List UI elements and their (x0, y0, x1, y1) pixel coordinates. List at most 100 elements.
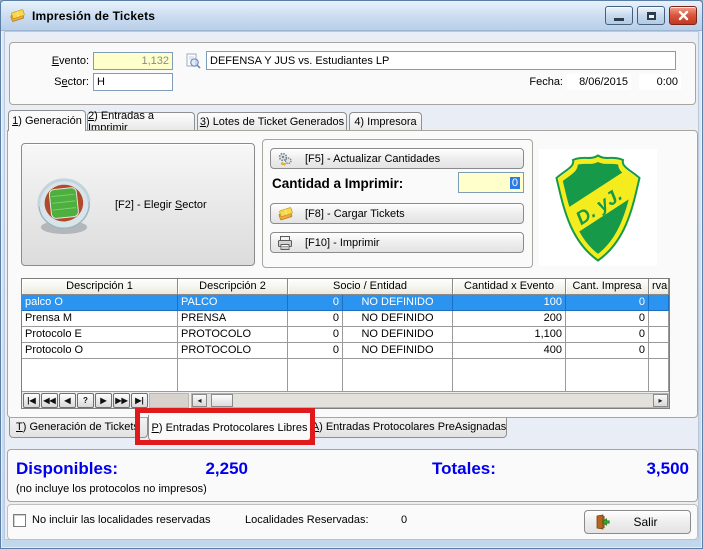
column-header[interactable]: rva (649, 279, 669, 295)
evento-input[interactable]: 1,132 (93, 52, 173, 70)
totales-value: 3,500 (646, 459, 689, 479)
tab-generacion[interactable]: 1) Generación (8, 110, 86, 131)
club-shield-logo: D. yJ. (552, 153, 644, 263)
grid-cell[interactable]: Protocolo O (22, 343, 178, 359)
nav-last-button[interactable]: ▶| (131, 393, 148, 408)
hora-value: 0:00 (639, 74, 681, 90)
totales-label: Totales: (432, 459, 496, 479)
grid-cell[interactable]: NO DEFINIDO (343, 311, 453, 327)
imprimir-label: [F10] - Imprimir (305, 237, 380, 249)
grid-cell[interactable]: 100 (453, 295, 566, 311)
grid-cell[interactable]: PALCO (178, 295, 288, 311)
nav-prev-button[interactable]: ◀ (59, 393, 76, 408)
grid-cell[interactable]: 0 (566, 311, 649, 327)
tab-entradas-a-imprimir[interactable]: 2) Entradas a Imprimir (87, 112, 195, 131)
nav-next-button[interactable]: ▶ (95, 393, 112, 408)
scroll-left-button[interactable]: ◂ (192, 394, 207, 407)
elegir-sector-button[interactable]: [F2] - Elegir Sector (21, 143, 255, 266)
disponibles-note: (no incluye los protocolos no impresos) (16, 483, 207, 495)
elegir-sector-label: [F2] - Elegir Sector (115, 199, 207, 211)
horizontal-scrollbar[interactable]: ◂ ▸ (191, 393, 669, 408)
grid-cell[interactable]: Prensa M (22, 311, 178, 327)
printer-icon (277, 235, 293, 251)
column-header[interactable]: Descripción 1 (22, 279, 178, 295)
grid-cell[interactable]: PROTOCOLO (178, 327, 288, 343)
table-header-row: Descripción 1 Descripción 2 Socio / Enti… (22, 279, 669, 295)
tab-generacion-de-tickets[interactable]: T) Generación de Tickets (9, 417, 148, 438)
grid-cell[interactable] (649, 311, 669, 327)
grid-cell[interactable]: NO DEFINIDO (343, 343, 453, 359)
grid-cell[interactable]: PROTOCOLO (178, 343, 288, 359)
tab-impresora[interactable]: 4) Impresora (349, 112, 422, 131)
tab-entradas-protocolares-preasignadas[interactable]: A) Entradas Protocolares PreAsignadas (311, 417, 507, 438)
grid-cell[interactable] (649, 327, 669, 343)
column-header[interactable]: Cant. Impresa (566, 279, 649, 295)
localidades-reservadas-value: 0 (401, 512, 407, 528)
grid-cell[interactable]: 0 (288, 327, 343, 343)
grid-cell[interactable] (649, 295, 669, 311)
column-header[interactable]: Cantidad x Evento (453, 279, 566, 295)
disponibles-value: 2,250 (148, 459, 248, 479)
no-incluir-reservadas-label: No incluir las localidades reservadas (32, 512, 211, 528)
table-row[interactable]: Prensa M PRENSA 0 NO DEFINIDO 200 0 (22, 311, 669, 327)
grid-cell[interactable]: 0 (288, 295, 343, 311)
grid-cell[interactable]: PRENSA (178, 311, 288, 327)
totals-group: Disponibles: 2,250 (no incluye los proto… (7, 449, 698, 502)
grid-cell[interactable]: 0 (288, 343, 343, 359)
close-button[interactable] (669, 6, 697, 25)
grid-cell[interactable]: 0 (566, 327, 649, 343)
grid-cell[interactable]: 0 (566, 343, 649, 359)
grid-cell[interactable]: 0 (288, 311, 343, 327)
selected-text: 0 (510, 177, 520, 189)
grid-cell[interactable]: 1,100 (453, 327, 566, 343)
app-window: Impresión de Tickets Evento: 1,132 DEFEN… (0, 0, 703, 549)
column-header[interactable]: Socio / Entidad (288, 279, 453, 295)
imprimir-button[interactable]: [F10] - Imprimir (270, 232, 524, 253)
grid-cell[interactable]: 400 (453, 343, 566, 359)
maximize-button[interactable] (637, 6, 665, 25)
tickets-icon (277, 206, 293, 222)
grid-cell[interactable] (649, 343, 669, 359)
sectors-table[interactable]: Descripción 1 Descripción 2 Socio / Enti… (21, 278, 670, 409)
sector-label: Sector: (31, 73, 89, 91)
search-event-button[interactable] (185, 53, 201, 69)
grid-cell[interactable]: Protocolo E (22, 327, 178, 343)
search-icon (185, 53, 201, 69)
cargar-tickets-button[interactable]: [F8] - Cargar Tickets (270, 203, 524, 224)
event-name-input[interactable]: DEFENSA Y JUS vs. Estudiantes LP (206, 51, 676, 70)
sector-input[interactable]: H (93, 73, 173, 91)
maximize-icon (647, 12, 656, 20)
minimize-button[interactable] (605, 6, 633, 25)
stadium-icon (35, 173, 93, 237)
localidades-reservadas-label: Localidades Reservadas: (245, 512, 369, 528)
close-icon (678, 10, 689, 21)
table-empty-area (22, 359, 669, 391)
nav-fast-next-button[interactable]: ▶▶ (113, 393, 130, 408)
salir-button[interactable]: Salir (584, 510, 691, 534)
nav-help-button[interactable]: ? (77, 393, 94, 408)
tab-lotes-ticket-generados[interactable]: 3) Lotes de Ticket Generados (197, 112, 347, 131)
tab-entradas-protocolares-libres[interactable]: P) Entradas Protocolares Libres (148, 415, 311, 441)
gears-icon (277, 151, 293, 167)
disponibles-label: Disponibles: (16, 459, 118, 479)
table-row-selected[interactable]: palco O PALCO 0 NO DEFINIDO 100 0 (22, 295, 669, 311)
scrollbar-thumb[interactable] (211, 394, 233, 407)
exit-door-icon (594, 514, 610, 530)
table-row[interactable]: Protocolo E PROTOCOLO 0 NO DEFINIDO 1,10… (22, 327, 669, 343)
grid-cell[interactable]: NO DEFINIDO (343, 295, 453, 311)
nav-fast-prev-button[interactable]: ◀◀ (41, 393, 58, 408)
minimize-icon (614, 18, 624, 21)
salir-label: Salir (633, 515, 657, 529)
grid-cell[interactable]: palco O (22, 295, 178, 311)
grid-cell[interactable]: 0 (566, 295, 649, 311)
grid-cell[interactable]: 200 (453, 311, 566, 327)
cantidad-input[interactable]: 0 (458, 172, 524, 193)
scroll-right-button[interactable]: ▸ (653, 394, 668, 407)
nav-first-button[interactable]: |◀ (23, 393, 40, 408)
table-row[interactable]: Protocolo O PROTOCOLO 0 NO DEFINIDO 400 … (22, 343, 669, 359)
window-title: Impresión de Tickets (32, 9, 155, 23)
actualizar-cantidades-button[interactable]: [F5] - Actualizar Cantidades (270, 148, 524, 169)
grid-cell[interactable]: NO DEFINIDO (343, 327, 453, 343)
column-header[interactable]: Descripción 2 (178, 279, 288, 295)
no-incluir-reservadas-checkbox[interactable] (13, 514, 26, 527)
